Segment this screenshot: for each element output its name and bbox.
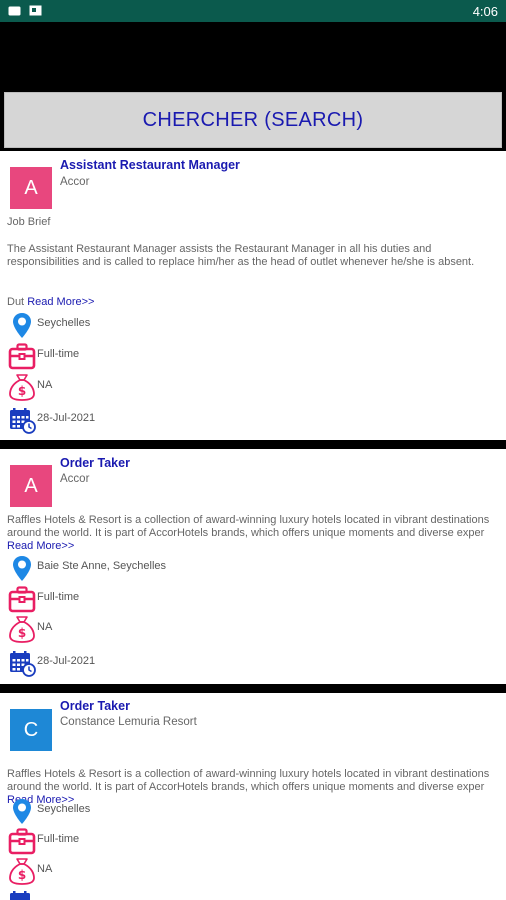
date-row: 28-Jul-2021 — [8, 406, 308, 434]
salary-text: NA — [37, 863, 53, 875]
location-text: Seychelles — [37, 803, 91, 815]
briefcase-icon — [8, 828, 36, 855]
job-title[interactable]: Assistant Restaurant Manager — [60, 158, 240, 172]
money-bag-icon: $ — [9, 374, 35, 401]
read-more-link[interactable]: Read More>> — [7, 540, 74, 552]
status-time: 4:06 — [472, 4, 498, 19]
briefcase-icon — [8, 586, 36, 613]
svg-text:$: $ — [18, 868, 26, 882]
calendar-clock-icon — [10, 651, 36, 677]
job-description: The Assistant Restaurant Manager assists… — [7, 243, 475, 268]
status-bar: 4:06 — [0, 0, 506, 22]
date-row — [8, 889, 308, 900]
job-description-tail: Dut — [7, 296, 25, 308]
image-notification-icon — [29, 5, 42, 16]
job-description: Raffles Hotels & Resort is a collection … — [7, 514, 499, 553]
calendar-clock-icon — [10, 408, 36, 434]
notification-icon — [8, 6, 21, 16]
date-text: 28-Jul-2021 — [37, 412, 96, 424]
svg-text:$: $ — [18, 384, 26, 398]
location-pin-icon — [13, 313, 31, 338]
company-avatar: C — [10, 709, 52, 751]
job-type-text: Full-time — [37, 591, 80, 603]
company-name: Accor — [60, 176, 90, 188]
briefcase-icon — [8, 343, 36, 370]
salary-row: $ NA — [8, 373, 308, 401]
svg-text:$: $ — [18, 626, 26, 640]
money-bag-icon: $ — [9, 616, 35, 643]
salary-text: NA — [37, 621, 53, 633]
job-title[interactable]: Order Taker — [60, 699, 130, 713]
salary-row: $ NA — [8, 857, 308, 885]
calendar-clock-icon — [10, 891, 30, 900]
company-name: Accor — [60, 473, 90, 485]
money-bag-icon: $ — [9, 858, 35, 885]
job-type-row: Full-time — [8, 342, 308, 370]
location-pin-icon — [13, 799, 31, 824]
job-description-text: Raffles Hotels & Resort is a collection … — [7, 768, 490, 793]
location-pin-icon — [13, 556, 31, 581]
salary-text: NA — [37, 379, 53, 391]
job-type-text: Full-time — [37, 348, 80, 360]
read-more-link[interactable]: Read More>> — [27, 296, 94, 308]
company-avatar: A — [10, 167, 52, 209]
job-description-text: Raffles Hotels & Resort is a collection … — [7, 514, 490, 539]
job-card[interactable]: C Order Taker Constance Lemuria Resort R… — [0, 693, 506, 900]
location-row: Baie Ste Anne, Seychelles — [8, 554, 308, 582]
location-row: Seychelles — [8, 797, 308, 825]
date-text: 28-Jul-2021 — [37, 655, 96, 667]
location-text: Seychelles — [37, 317, 91, 329]
location-text: Baie Ste Anne, Seychelles — [37, 560, 167, 572]
salary-row: $ NA — [8, 615, 308, 643]
location-row: Seychelles — [8, 311, 308, 339]
job-card[interactable]: A Order Taker Accor Raffles Hotels & Res… — [0, 449, 506, 684]
job-brief-heading: Job Brief — [7, 216, 51, 228]
company-name: Constance Lemuria Resort — [60, 716, 197, 728]
job-type-text: Full-time — [37, 833, 80, 845]
date-row: 28-Jul-2021 — [8, 649, 308, 677]
job-card[interactable]: A Assistant Restaurant Manager Accor Job… — [0, 151, 506, 440]
job-title[interactable]: Order Taker — [60, 456, 130, 470]
job-description-more: Dut Read More>> — [7, 296, 499, 309]
search-button[interactable]: CHERCHER (SEARCH) — [4, 92, 502, 148]
company-avatar: A — [10, 465, 52, 507]
job-type-row: Full-time — [8, 585, 308, 613]
job-type-row: Full-time — [8, 827, 308, 855]
